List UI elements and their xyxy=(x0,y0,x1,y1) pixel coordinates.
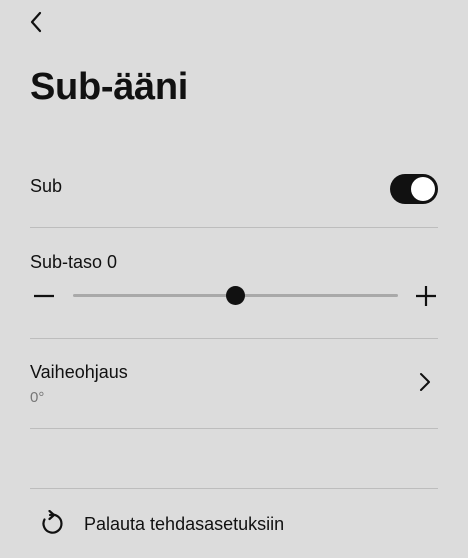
sub-toggle-switch[interactable] xyxy=(390,174,438,204)
reset-button[interactable]: Palauta tehdasasetuksiin xyxy=(36,508,284,540)
page-title: Sub-ääni xyxy=(30,66,189,108)
toggle-knob xyxy=(411,177,435,201)
sub-level-slider[interactable] xyxy=(30,282,438,310)
phase-label: Vaiheohjaus xyxy=(30,362,128,382)
divider xyxy=(30,227,438,228)
chevron-right-icon xyxy=(420,373,430,391)
slider-thumb[interactable] xyxy=(226,286,245,305)
decrease-button[interactable] xyxy=(32,282,56,310)
divider xyxy=(30,428,438,429)
phase-value: 0° xyxy=(30,389,45,406)
sub-level-label: Sub-taso 0 xyxy=(30,252,118,272)
sub-toggle-row[interactable]: Sub xyxy=(30,174,438,204)
back-button[interactable] xyxy=(22,8,50,36)
phase-row[interactable]: Vaiheohjaus 0° xyxy=(30,362,438,408)
increase-button[interactable] xyxy=(414,282,438,310)
plus-icon xyxy=(416,286,436,306)
slider-track[interactable] xyxy=(73,286,398,305)
sub-toggle-label: Sub xyxy=(30,176,63,196)
chevron-left-icon xyxy=(30,11,42,33)
reset-icon xyxy=(42,510,63,534)
minus-icon xyxy=(34,294,54,298)
sub-level-header: Sub-taso 0 xyxy=(30,252,438,273)
divider xyxy=(30,488,438,489)
divider xyxy=(30,338,438,339)
reset-label: Palauta tehdasasetuksiin xyxy=(84,513,285,534)
